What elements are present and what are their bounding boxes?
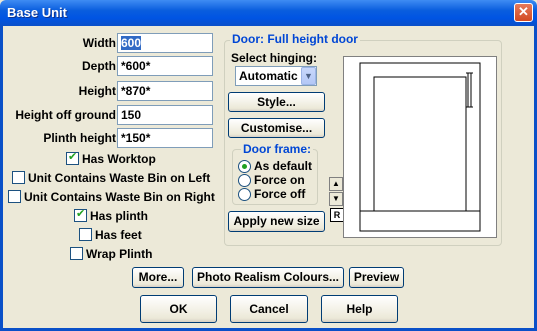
frame-as-default-radio[interactable] — [238, 160, 251, 173]
reset-icon[interactable]: R — [330, 208, 344, 222]
help-button[interactable]: Help — [321, 295, 398, 323]
window-title: Base Unit — [7, 5, 67, 20]
waste-bin-left-checkbox[interactable] — [12, 171, 25, 184]
width-value: 600 — [121, 36, 142, 50]
cabinet-door-drawing — [359, 62, 481, 232]
has-worktop-label[interactable]: Has Worktop — [82, 152, 156, 166]
waste-bin-right-label[interactable]: Unit Contains Waste Bin on Right — [24, 190, 215, 204]
width-label: Width — [82, 36, 116, 50]
hinging-select[interactable]: Automatic ▼ — [235, 66, 317, 86]
door-group-title: Door: Full height door — [230, 32, 360, 46]
cancel-button[interactable]: Cancel — [230, 295, 308, 323]
photo-realism-colours-button[interactable]: Photo Realism Colours... — [192, 267, 344, 288]
frame-force-off-radio[interactable] — [238, 188, 251, 201]
has-worktop-checkbox[interactable] — [66, 150, 79, 165]
more-button[interactable]: More... — [132, 267, 184, 288]
height-off-ground-field[interactable]: 150 — [117, 105, 213, 125]
base-unit-dialog: Base Unit ✕ Width 600 Depth *600* Height… — [0, 0, 537, 331]
apply-new-size-button[interactable]: Apply new size — [228, 211, 325, 232]
close-button[interactable]: ✕ — [514, 3, 533, 22]
waste-bin-right-checkbox[interactable] — [8, 190, 21, 203]
frame-force-off-label[interactable]: Force off — [254, 187, 305, 201]
hinging-label: Select hinging: — [231, 51, 318, 65]
plinth-height-label: Plinth height — [43, 131, 116, 145]
width-field[interactable]: 600 — [117, 33, 213, 53]
wrap-plinth-checkbox[interactable] — [70, 247, 83, 260]
nav-up-icon[interactable]: ▲ — [329, 177, 343, 191]
wrap-plinth-label[interactable]: Wrap Plinth — [86, 247, 152, 261]
door-preview — [343, 56, 497, 238]
plinth-height-field[interactable]: *150* — [117, 128, 213, 148]
height-field[interactable]: *870* — [117, 81, 213, 101]
has-plinth-label[interactable]: Has plinth — [90, 209, 148, 223]
title-bar[interactable]: Base Unit ✕ — [0, 0, 537, 26]
has-feet-checkbox[interactable] — [79, 228, 92, 241]
waste-bin-left-label[interactable]: Unit Contains Waste Bin on Left — [28, 171, 210, 185]
frame-force-on-label[interactable]: Force on — [254, 173, 305, 187]
depth-field[interactable]: *600* — [117, 56, 213, 76]
preview-button[interactable]: Preview — [349, 267, 404, 288]
depth-label: Depth — [82, 59, 116, 73]
ok-button[interactable]: OK — [140, 295, 217, 323]
has-plinth-checkbox[interactable] — [74, 207, 87, 222]
door-panel — [373, 76, 467, 212]
close-icon: ✕ — [518, 4, 529, 19]
frame-force-on-radio[interactable] — [238, 174, 251, 187]
nav-down-icon[interactable]: ▼ — [329, 192, 343, 206]
has-feet-label[interactable]: Has feet — [95, 228, 142, 242]
style-button[interactable]: Style... — [228, 92, 325, 112]
chevron-down-icon[interactable]: ▼ — [301, 67, 316, 85]
height-off-ground-label: Height off ground — [15, 108, 116, 122]
height-label: Height — [78, 84, 116, 98]
frame-as-default-label[interactable]: As default — [254, 159, 312, 173]
door-frame-title: Door frame: — [241, 142, 314, 156]
hinging-value: Automatic — [239, 69, 298, 83]
door-handle-icon — [467, 72, 472, 108]
customise-button[interactable]: Customise... — [228, 118, 325, 138]
